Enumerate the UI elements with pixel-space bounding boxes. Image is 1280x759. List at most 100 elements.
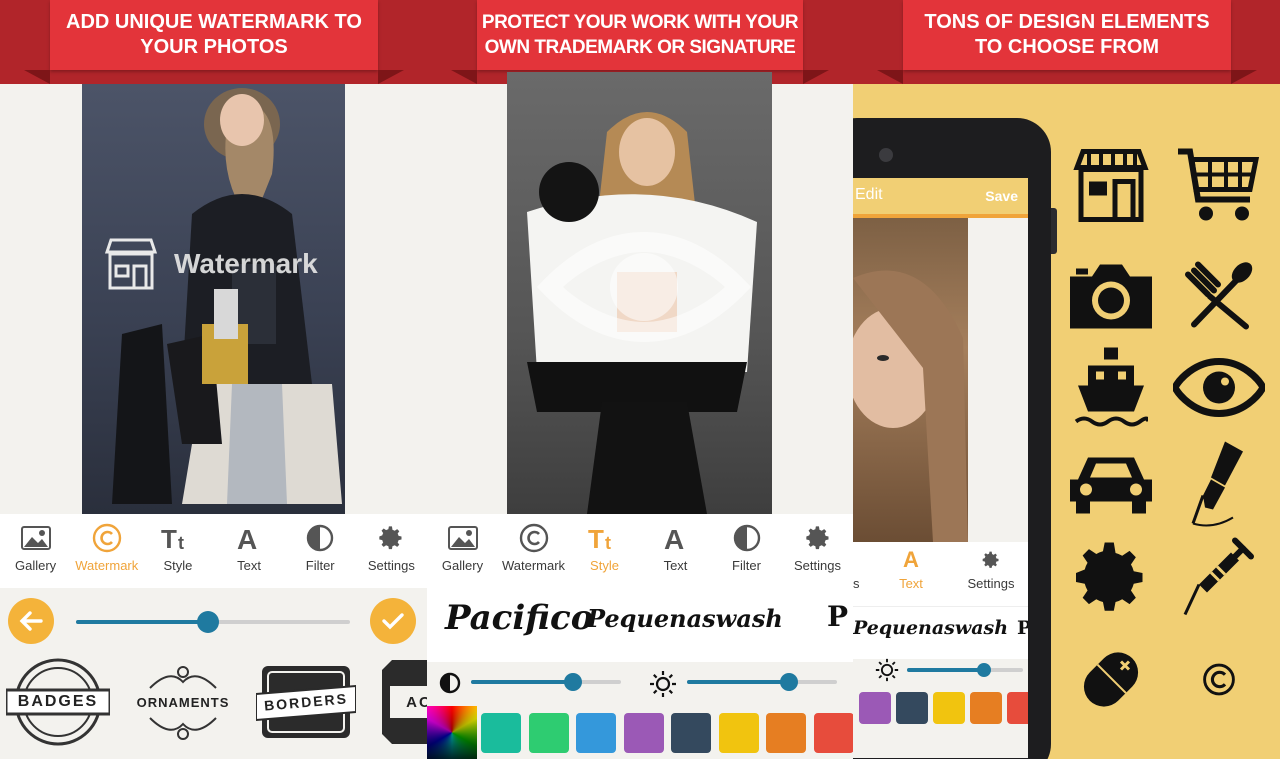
category-badges[interactable]: BADGES — [6, 658, 110, 746]
font-option-pacifico[interactable]: Pacifico — [445, 598, 593, 638]
phone-frame: Edit Save s A Text Settings Pequenaswash… — [853, 118, 1057, 759]
contrast-icon — [439, 672, 461, 699]
color-swatch[interactable] — [933, 692, 965, 724]
tool-label: Text — [899, 576, 923, 591]
tool-watermark[interactable]: Watermark — [72, 514, 142, 573]
font-option-partial[interactable]: P — [827, 600, 848, 633]
phone-header: Edit Save — [853, 178, 1028, 214]
category-partial[interactable]: AC — [382, 660, 427, 744]
tool-filter[interactable]: Filter — [285, 514, 355, 573]
color-swatch[interactable] — [576, 713, 616, 753]
editor-toolbar: Gallery Watermark Tt Style A Text Filter Settin… — [427, 514, 853, 588]
edit-button[interactable]: Edit — [855, 186, 883, 204]
slider-knob[interactable] — [780, 673, 798, 691]
front-camera — [879, 148, 893, 162]
editor-toolbar: Gallery Watermark Tt Style A Text Filter Settin… — [0, 514, 427, 588]
phone-photo — [853, 218, 968, 542]
slider-knob[interactable] — [196, 611, 219, 633]
letter-a-icon: A — [236, 522, 262, 554]
phone-screen: Edit Save s A Text Settings Pequenaswash… — [853, 178, 1028, 758]
fountain-pen-icon[interactable] — [1189, 438, 1249, 535]
color-swatch[interactable] — [859, 692, 891, 724]
category-label: AC — [406, 693, 427, 711]
tool-gallery[interactable]: Gallery — [1, 514, 71, 573]
tool-filter[interactable]: Filter — [712, 514, 782, 573]
copyright-icon[interactable] — [1201, 662, 1237, 703]
color-swatch[interactable] — [1007, 692, 1028, 724]
panel-watermark: ADD UNIQUE WATERMARK TO YOUR PHOTOS Wate… — [0, 0, 427, 759]
save-button[interactable]: Save — [985, 188, 1018, 204]
font-option-pequenaswash[interactable]: Pequenaswash — [587, 604, 783, 633]
tool-label: Filter — [732, 558, 761, 573]
color-swatch[interactable] — [970, 692, 1002, 724]
tool-label: Text — [663, 558, 688, 573]
tool-watermark[interactable]: Watermark — [499, 514, 569, 573]
tool-text[interactable]: A Text — [214, 514, 284, 573]
tool-label: Settings — [367, 558, 415, 573]
arrow-left-icon — [19, 611, 43, 631]
color-swatch[interactable] — [528, 713, 569, 753]
photo-woman-trademark — [507, 72, 772, 514]
tool-settings[interactable]: Settings — [959, 548, 1023, 591]
color-swatch[interactable] — [766, 713, 806, 753]
tool-settings[interactable]: Settings — [356, 514, 426, 573]
color-spectrum-picker[interactable] — [427, 706, 477, 759]
copyright-icon — [92, 522, 122, 554]
color-swatch[interactable] — [896, 692, 928, 724]
gear-icon[interactable] — [1069, 536, 1153, 625]
tool-text[interactable]: A Text — [881, 548, 941, 592]
boat-icon[interactable] — [1074, 346, 1150, 435]
tool-label: Style — [590, 558, 619, 573]
shopping-cart-icon[interactable] — [1176, 146, 1262, 231]
tool-style[interactable]: Tt Style — [143, 514, 213, 573]
color-swatch[interactable] — [813, 713, 853, 753]
slider-knob[interactable] — [564, 673, 582, 691]
copyright-icon — [519, 522, 549, 554]
category-ornaments[interactable]: ORNAMENTS — [130, 658, 236, 746]
tool-label: Gallery — [441, 558, 484, 573]
tool-settings[interactable]: Settings — [783, 514, 853, 573]
color-swatch[interactable] — [718, 713, 759, 753]
headline-line-1: ADD UNIQUE WATERMARK TO — [66, 11, 362, 33]
headline-ribbon: PROTECT YOUR WORK WITH YOUR OWN TRADEMAR… — [477, 0, 803, 70]
svg-text:A: A — [664, 524, 684, 552]
pill-icon[interactable] — [1063, 632, 1159, 733]
tool-style[interactable]: Tt Style — [570, 514, 640, 573]
phone-font-picker: Pequenaswash Pr — [853, 606, 1028, 659]
tool-label: Settings — [794, 558, 841, 573]
font-picker: Pacifico Pequenaswash P — [427, 588, 853, 662]
checkmark-icon — [382, 613, 404, 630]
contrast-slider[interactable] — [471, 673, 621, 691]
svg-text:t: t — [605, 533, 611, 552]
color-swatch[interactable] — [481, 713, 521, 753]
category-label: BADGES — [17, 693, 99, 710]
tool-label: Text — [237, 558, 261, 573]
image-icon — [20, 522, 51, 554]
category-borders[interactable]: BORDERS — [256, 660, 356, 744]
color-swatch[interactable] — [623, 713, 664, 753]
storefront-icon[interactable] — [1071, 146, 1151, 231]
syringe-icon[interactable] — [1181, 535, 1257, 626]
brightness-slider[interactable] — [907, 663, 1023, 677]
tool-text[interactable]: A Text — [641, 514, 711, 573]
headline-line-1: PROTECT YOUR WORK WITH YOUR — [481, 12, 799, 33]
fork-spoon-icon[interactable] — [1184, 261, 1254, 336]
image-icon — [447, 522, 478, 554]
font-option-pequenaswash[interactable]: Pequenaswash — [853, 617, 1008, 639]
camera-icon[interactable] — [1066, 259, 1156, 338]
font-option-partial[interactable]: Pr — [1017, 617, 1028, 639]
svg-text:T: T — [588, 524, 604, 552]
color-swatch[interactable] — [671, 713, 711, 753]
confirm-button[interactable] — [370, 598, 416, 644]
brightness-slider[interactable] — [687, 673, 837, 691]
headline-line-1: TONS OF DESIGN ELEMENTS — [924, 11, 1210, 33]
back-button[interactable] — [8, 598, 54, 644]
slider-knob[interactable] — [976, 663, 991, 677]
tool-gallery[interactable]: Gallery — [428, 514, 498, 573]
gear-icon — [804, 522, 832, 554]
car-icon[interactable] — [1068, 452, 1154, 521]
eye-icon — [529, 212, 759, 367]
opacity-slider[interactable] — [76, 611, 350, 633]
eye-icon[interactable] — [1171, 357, 1267, 423]
tool-label: Filter — [305, 558, 335, 573]
